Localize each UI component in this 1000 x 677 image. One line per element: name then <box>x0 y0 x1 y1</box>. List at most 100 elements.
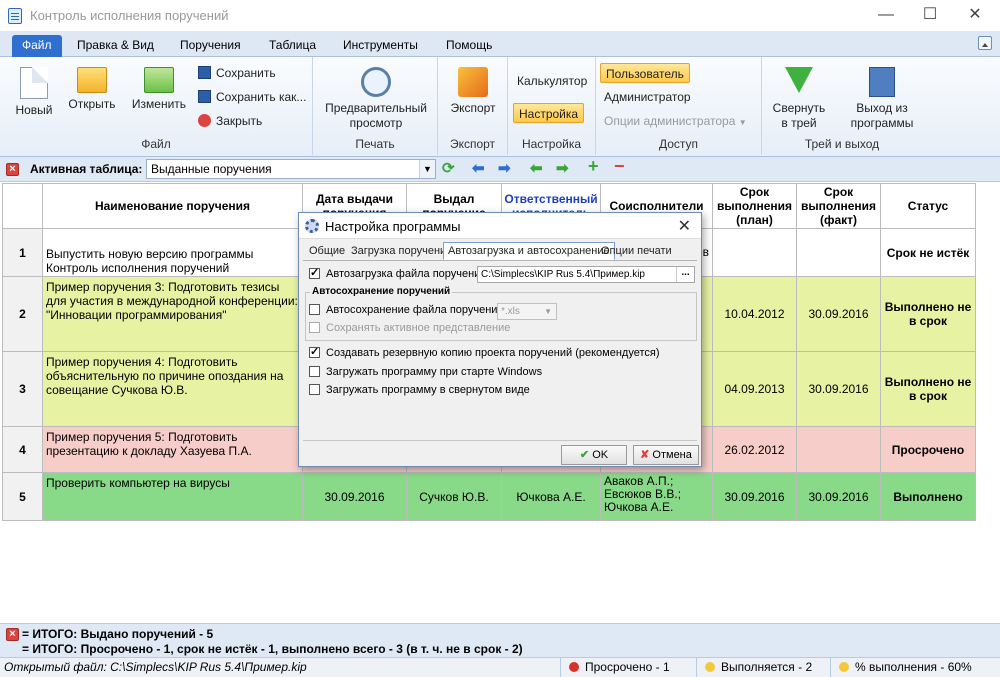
menu-tab-table[interactable]: Таблица <box>259 35 326 57</box>
autoload-checkbox[interactable] <box>309 266 320 279</box>
row-number[interactable]: 3 <box>2 352 43 427</box>
export-button[interactable]: Экспорт <box>442 67 504 116</box>
load-on-start-checkbox-row[interactable]: Загружать программу при старте Windows <box>309 365 542 378</box>
menu-tab-tasks[interactable]: Поручения <box>170 35 251 57</box>
backup-checkbox-row[interactable]: Создавать резервную копию проекта поруче… <box>309 345 660 359</box>
save-button[interactable]: Сохранить <box>198 63 276 83</box>
menu-tab-edit-view[interactable]: Правка & Вид <box>67 35 164 57</box>
header-status[interactable]: Статус <box>881 183 976 229</box>
refresh-icon[interactable]: ⟳ <box>442 161 455 176</box>
admin-options-button[interactable]: Опции администратора ▼ <box>604 111 747 131</box>
header-name[interactable]: Наименование поручения <box>43 183 303 229</box>
tab-task-loading[interactable]: Загрузка поручений <box>347 243 456 261</box>
header-corner <box>2 183 43 229</box>
load-minimized-checkbox-row[interactable]: Загружать программу в свернутом виде <box>309 383 530 396</box>
folder-icon <box>77 67 107 93</box>
issued-date-cell[interactable]: 30.09.2016 <box>303 473 407 521</box>
menu-tab-tools[interactable]: Инструменты <box>333 35 428 57</box>
open-button[interactable]: Открыть <box>64 67 120 112</box>
remove-icon[interactable]: − <box>614 157 625 175</box>
dialog-title-bar: Настройка программы ✕ <box>299 213 701 239</box>
backup-checkbox[interactable] <box>309 345 320 358</box>
cancel-button[interactable]: ✘ Отмена <box>633 445 699 465</box>
green-right-icon[interactable]: ➡ <box>556 161 569 176</box>
chevron-down-icon[interactable]: ▼ <box>419 160 435 178</box>
status-cell[interactable]: Выполнено <box>881 473 976 521</box>
row-number[interactable]: 2 <box>2 277 43 352</box>
arrow-left-icon[interactable]: ⬅ <box>472 161 485 176</box>
plan-date-cell[interactable] <box>713 229 797 277</box>
window-title: Контроль исполнения поручений <box>30 8 229 23</box>
plan-date-cell[interactable]: 30.09.2016 <box>713 473 797 521</box>
minimize-to-tray-button[interactable]: Свернуть в трей <box>768 67 830 131</box>
ok-button[interactable]: ✔ OK <box>561 445 627 465</box>
menu-tab-help[interactable]: Помощь <box>436 35 502 57</box>
arrow-right-icon[interactable]: ➡ <box>498 161 511 176</box>
fact-date-cell[interactable]: 30.09.2016 <box>797 277 881 352</box>
task-name-cell[interactable]: Проверить компьютер на вирусы <box>43 473 303 521</box>
active-table-select[interactable]: Выданные поручения ▼ <box>146 159 436 179</box>
status-cell[interactable]: Выполнено не в срок <box>881 352 976 427</box>
green-left-icon[interactable]: ⬅ <box>530 161 543 176</box>
load-on-start-checkbox[interactable] <box>309 365 320 377</box>
menu-tab-file[interactable]: Файл <box>12 35 62 57</box>
group-label-file: Файл <box>141 137 171 151</box>
settings-button[interactable]: Настройка <box>513 103 585 123</box>
task-name-cell[interactable]: Пример поручения 5: Подготовить презента… <box>43 427 303 473</box>
dialog-tabs: Общие Загрузка поручений Автозагрузка и … <box>303 242 697 261</box>
fact-date-cell[interactable]: 30.09.2016 <box>797 352 881 427</box>
close-window-button[interactable]: ✕ <box>955 4 995 26</box>
fact-date-cell[interactable]: 30.09.2016 <box>797 473 881 521</box>
status-cell[interactable]: Просрочено <box>881 427 976 473</box>
task-name-cell[interactable]: Пример поручения 4: Подготовить объяснит… <box>43 352 303 427</box>
row-number[interactable]: 5 <box>2 473 43 521</box>
exit-button[interactable]: Выход из программы <box>842 67 922 131</box>
load-minimized-checkbox[interactable] <box>309 383 320 395</box>
plan-date-cell[interactable]: 26.02.2012 <box>713 427 797 473</box>
save-view-checkbox-row[interactable]: Сохранять активное представление <box>309 321 510 334</box>
yellow-dot-icon <box>705 661 715 672</box>
coexecutors-cell[interactable]: Аваков А.П.; Евсюков В.В.; Ючкова А.Е. <box>601 473 713 521</box>
save-view-checkbox[interactable] <box>309 321 320 333</box>
gear-icon <box>305 219 319 233</box>
edit-button[interactable]: Изменить <box>126 67 192 112</box>
new-button[interactable]: Новый <box>8 67 60 118</box>
close-summary-icon[interactable]: × <box>6 628 19 641</box>
save-as-button[interactable]: Сохранить как... <box>198 87 306 107</box>
issued-by-cell[interactable]: Сучков Ю.В. <box>407 473 502 521</box>
print-preview-button[interactable]: Предварительный просмотр <box>321 67 431 131</box>
summary-status: = ИТОГО: Просрочено - 1, срок не истёк -… <box>22 642 523 656</box>
fact-date-cell[interactable] <box>797 229 881 277</box>
row-number[interactable]: 1 <box>2 229 43 277</box>
plan-date-cell[interactable]: 04.09.2013 <box>713 352 797 427</box>
dialog-close-icon[interactable]: ✕ <box>678 216 691 236</box>
autoload-checkbox-row[interactable]: Автозагрузка файла поручений <box>309 266 486 280</box>
tab-autoload-autosave[interactable]: Автозагрузка и автосохранение <box>443 242 615 260</box>
autoload-path-field[interactable]: C:\Simplecs\KIP Rus 5.4\Пример.kip... <box>477 266 695 283</box>
autosave-checkbox[interactable] <box>309 303 320 315</box>
administrator-button[interactable]: Администратор <box>604 87 691 107</box>
browse-button[interactable]: ... <box>676 267 694 282</box>
maximize-button[interactable]: ☐ <box>910 4 950 26</box>
minimize-button[interactable]: — <box>866 4 906 26</box>
status-cell[interactable]: Срок не истёк <box>881 229 976 277</box>
user-button[interactable]: Пользователь <box>600 63 690 83</box>
calculator-button[interactable]: Калькулятор <box>517 71 587 91</box>
task-name-cell[interactable]: Выпустить новую версию программы Контрол… <box>43 229 303 277</box>
row-number[interactable]: 4 <box>2 427 43 473</box>
tab-general[interactable]: Общие <box>305 243 349 261</box>
autosave-format-select[interactable]: *.xls ▼ <box>497 303 557 320</box>
autosave-checkbox-row[interactable]: Автосохранение файла поручений <box>309 303 504 316</box>
close-table-icon[interactable]: × <box>6 163 19 176</box>
status-cell[interactable]: Выполнено не в срок <box>881 277 976 352</box>
responsible-cell[interactable]: Ючкова А.Е. <box>502 473 601 521</box>
collapse-ribbon-icon[interactable] <box>978 36 992 50</box>
header-deadline-plan[interactable]: Срок выполнения (план) <box>713 183 797 229</box>
tab-print-options[interactable]: Опции печати <box>597 243 676 261</box>
task-name-cell[interactable]: Пример поручения 3: Подготовить тезисы д… <box>43 277 303 352</box>
header-deadline-fact[interactable]: Срок выполнения (факт) <box>797 183 881 229</box>
add-icon[interactable]: + <box>588 157 599 175</box>
close-file-button[interactable]: Закрыть <box>198 111 262 131</box>
plan-date-cell[interactable]: 10.04.2012 <box>713 277 797 352</box>
fact-date-cell[interactable] <box>797 427 881 473</box>
